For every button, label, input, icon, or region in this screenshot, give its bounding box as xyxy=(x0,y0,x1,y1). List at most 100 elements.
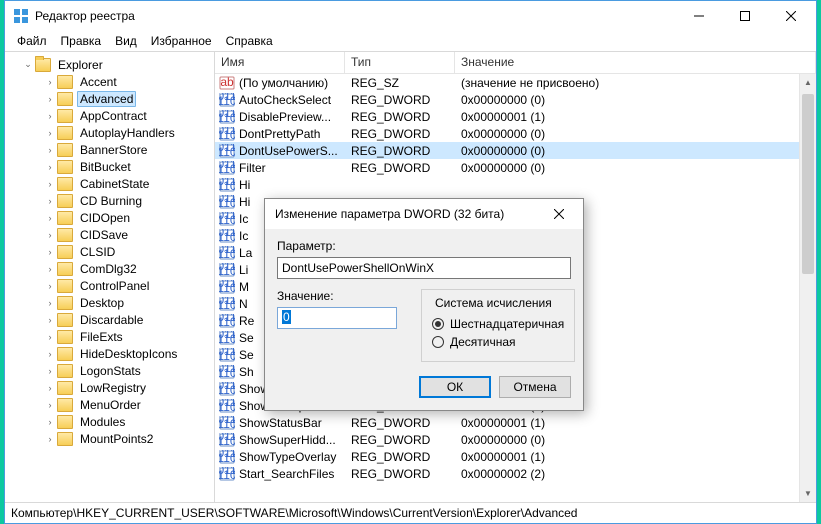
expand-icon[interactable]: › xyxy=(45,230,55,240)
expand-icon[interactable]: › xyxy=(45,417,55,427)
col-header-value[interactable]: Значение xyxy=(455,52,816,73)
tree-item[interactable]: ›Modules xyxy=(5,413,214,430)
tree-item[interactable]: ›LogonStats xyxy=(5,362,214,379)
scroll-down-icon[interactable]: ▼ xyxy=(800,485,816,502)
folder-icon xyxy=(57,228,73,242)
param-name-field[interactable] xyxy=(277,257,571,279)
list-row[interactable]: 011110DontPrettyPathREG_DWORD0x00000000 … xyxy=(215,125,816,142)
tree-item[interactable]: › ComDlg32 xyxy=(5,260,214,277)
tree-label: ComDlg32 xyxy=(77,262,140,276)
tree-item[interactable]: ›CIDSave xyxy=(5,226,214,243)
dialog-close-button[interactable] xyxy=(539,201,579,227)
expand-icon[interactable]: › xyxy=(45,281,55,291)
list-row[interactable]: 011110ShowTypeOverlayREG_DWORD0x00000001… xyxy=(215,448,816,465)
expand-icon[interactable]: › xyxy=(45,111,55,121)
binary-value-icon: 011110 xyxy=(219,348,235,362)
list-row[interactable]: 011110ShowSuperHidd...REG_DWORD0x0000000… xyxy=(215,431,816,448)
tree-item[interactable]: ›FileExts xyxy=(5,328,214,345)
value-data: 0x00000001 (1) xyxy=(455,416,816,430)
tree-item[interactable]: ›MenuOrder xyxy=(5,396,214,413)
radix-dec-radio[interactable]: Десятичная xyxy=(432,333,564,351)
expand-icon[interactable]: › xyxy=(45,366,55,376)
tree-item[interactable]: ›ControlPanel xyxy=(5,277,214,294)
expand-icon[interactable]: › xyxy=(45,315,55,325)
titlebar[interactable]: Редактор реестра xyxy=(5,1,816,31)
binary-value-icon: 011110 xyxy=(219,297,235,311)
menu-favorites[interactable]: Избранное xyxy=(145,32,218,50)
expand-icon[interactable]: › xyxy=(45,196,55,206)
tree-label: HideDesktopIcons xyxy=(77,347,180,361)
expand-icon[interactable]: › xyxy=(45,298,55,308)
tree-item[interactable]: ›CD Burning xyxy=(5,192,214,209)
list-scrollbar[interactable]: ▲ ▼ xyxy=(799,74,816,502)
svg-text:110: 110 xyxy=(219,332,235,345)
tree-item[interactable]: ›LowRegistry xyxy=(5,379,214,396)
menu-file[interactable]: Файл xyxy=(11,32,53,50)
col-header-type[interactable]: Тип xyxy=(345,52,455,73)
tree-label: BannerStore xyxy=(77,143,150,157)
close-button[interactable] xyxy=(768,2,814,30)
col-header-name[interactable]: Имя xyxy=(215,52,345,73)
list-row[interactable]: 011110FilterREG_DWORD0x00000000 (0) xyxy=(215,159,816,176)
expand-icon[interactable]: › xyxy=(45,349,55,359)
expand-icon[interactable]: › xyxy=(45,264,55,274)
list-row[interactable]: 011110AutoCheckSelectREG_DWORD0x00000000… xyxy=(215,91,816,108)
list-row[interactable]: 011110DontUsePowerS...REG_DWORD0x0000000… xyxy=(215,142,816,159)
expand-icon[interactable]: › xyxy=(45,162,55,172)
expand-icon[interactable]: › xyxy=(45,247,55,257)
edit-dword-dialog: Изменение параметра DWORD (32 бита) Пара… xyxy=(264,198,584,411)
menu-view[interactable]: Вид xyxy=(109,32,143,50)
scroll-up-icon[interactable]: ▲ xyxy=(800,74,816,91)
tree-item[interactable]: › Desktop xyxy=(5,294,214,311)
expand-icon[interactable]: › xyxy=(45,179,55,189)
expand-icon[interactable]: › xyxy=(45,145,55,155)
binary-value-icon: 011110 xyxy=(219,382,235,396)
expand-icon[interactable]: › xyxy=(45,332,55,342)
radix-hex-radio[interactable]: Шестнадцатеричная xyxy=(432,315,564,333)
minimize-button[interactable] xyxy=(676,2,722,30)
list-row[interactable]: 011110DisablePreview...REG_DWORD0x000000… xyxy=(215,108,816,125)
collapse-icon[interactable]: ⌄ xyxy=(23,59,33,70)
tree-item[interactable]: › HideDesktopIcons xyxy=(5,345,214,362)
list-row[interactable]: 011110Start_SearchFilesREG_DWORD0x000000… xyxy=(215,465,816,482)
expand-icon[interactable]: › xyxy=(45,128,55,138)
list-row[interactable]: 011110Hi xyxy=(215,176,816,193)
expand-icon[interactable]: › xyxy=(45,94,55,104)
folder-icon xyxy=(57,126,73,140)
list-row[interactable]: ab(По умолчанию)REG_SZ(значение не присв… xyxy=(215,74,816,91)
tree-item[interactable]: ›Advanced xyxy=(5,90,214,107)
expand-icon[interactable]: › xyxy=(45,400,55,410)
ok-button[interactable]: ОК xyxy=(419,376,491,398)
scroll-thumb[interactable] xyxy=(802,94,814,274)
expand-icon[interactable]: › xyxy=(45,213,55,223)
expand-icon[interactable]: › xyxy=(45,77,55,87)
menu-edit[interactable]: Правка xyxy=(55,32,108,50)
tree-label: Desktop xyxy=(77,296,127,310)
dialog-titlebar[interactable]: Изменение параметра DWORD (32 бита) xyxy=(265,199,583,229)
tree-item[interactable]: ›AutoplayHandlers xyxy=(5,124,214,141)
list-row[interactable]: 011110ShowStatusBarREG_DWORD0x00000001 (… xyxy=(215,414,816,431)
tree-pane[interactable]: ⌄Explorer›Accent›Advanced›AppContract›Au… xyxy=(5,52,215,502)
tree-item[interactable]: › BannerStore xyxy=(5,141,214,158)
menu-help[interactable]: Справка xyxy=(220,32,279,50)
expand-icon[interactable]: › xyxy=(45,383,55,393)
tree-item[interactable]: ⌄Explorer xyxy=(5,56,214,73)
svg-text:110: 110 xyxy=(219,179,235,192)
binary-value-icon: 011110 xyxy=(219,399,235,413)
expand-icon[interactable]: › xyxy=(45,434,55,444)
tree-item[interactable]: ›Discardable xyxy=(5,311,214,328)
tree-item[interactable]: ›AppContract xyxy=(5,107,214,124)
svg-text:110: 110 xyxy=(219,400,235,413)
svg-text:110: 110 xyxy=(219,383,235,396)
value-name: Se xyxy=(239,348,254,362)
tree-item[interactable]: ›BitBucket xyxy=(5,158,214,175)
tree-item[interactable]: ›CIDOpen xyxy=(5,209,214,226)
maximize-button[interactable] xyxy=(722,2,768,30)
tree-item[interactable]: ›CabinetState xyxy=(5,175,214,192)
tree-item[interactable]: ›Accent xyxy=(5,73,214,90)
value-field[interactable]: 0 xyxy=(277,307,397,329)
binary-value-icon: 011110 xyxy=(219,263,235,277)
tree-item[interactable]: ›MountPoints2 xyxy=(5,430,214,447)
tree-item[interactable]: ›CLSID xyxy=(5,243,214,260)
cancel-button[interactable]: Отмена xyxy=(499,376,571,398)
